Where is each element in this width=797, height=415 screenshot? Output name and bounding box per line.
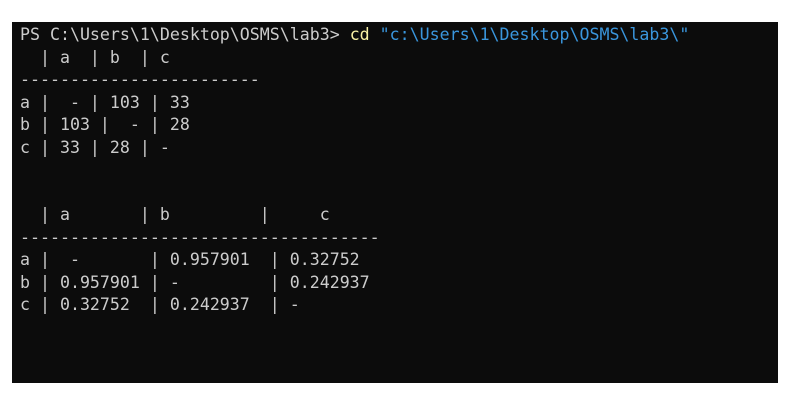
command-line: PS C:\Users\1\Desktop\OSMS\lab3> cd "c:\… xyxy=(20,24,778,47)
table1-separator: ------------------------ xyxy=(20,70,260,89)
prompt-text: PS C:\Users\1\Desktop\OSMS\lab3> xyxy=(20,25,350,44)
table1-header: | a | b | c xyxy=(20,47,170,67)
command-argument: "c:\Users\1\Desktop\OSMS\lab3\" xyxy=(369,25,690,44)
terminal-window[interactable]: PS C:\Users\1\Desktop\OSMS\lab3> cd "c:\… xyxy=(12,22,778,383)
table2-header: | a | b | c xyxy=(20,205,330,224)
table2-row: b | 0.957901 | - | 0.242937 xyxy=(20,272,370,292)
table2-row: a | - | 0.957901 | 0.32752 xyxy=(20,250,360,269)
table1-row: c | 33 | 28 | - xyxy=(20,137,170,157)
command-name: cd xyxy=(349,25,370,44)
table1-row: a | - | 103 | 33 xyxy=(20,92,190,112)
table1-row: b | 103 | - | 28 xyxy=(20,115,190,134)
table2-row: c | 0.32752 | 0.242937 | - xyxy=(20,295,300,314)
table2-separator: ------------------------------------ xyxy=(20,227,380,247)
